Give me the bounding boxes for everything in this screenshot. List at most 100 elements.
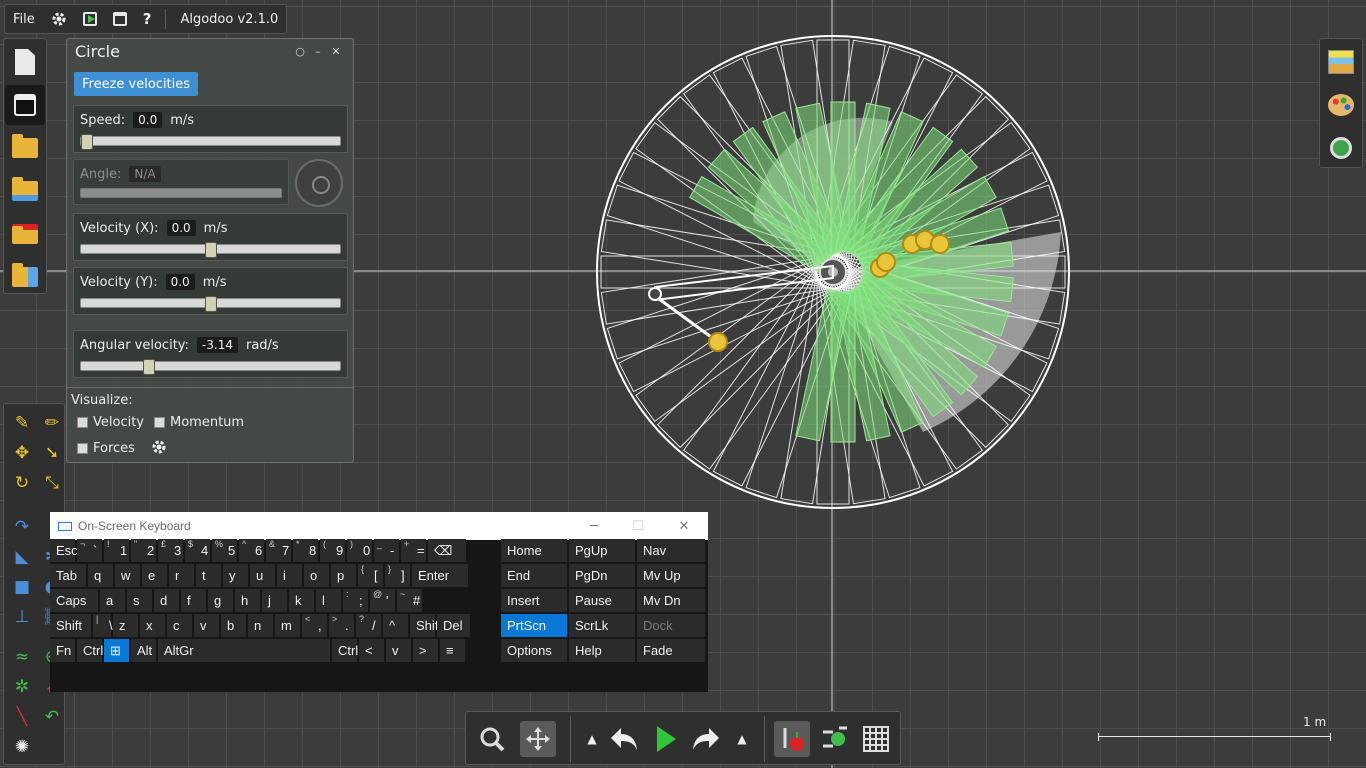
angular-velocity-value-field[interactable]: -3.14 bbox=[196, 337, 238, 353]
minimize-icon[interactable]: – bbox=[309, 45, 327, 58]
nav-key-3-2[interactable]: Dock bbox=[637, 614, 705, 637]
key-4-8[interactable]: > bbox=[413, 639, 438, 662]
velocity-y-value-field[interactable]: 0.0 bbox=[165, 274, 195, 290]
nav-key-2-1[interactable]: Pause bbox=[569, 589, 635, 612]
angle-dial[interactable] bbox=[295, 159, 343, 207]
speed-value-field[interactable]: 0.0 bbox=[133, 112, 163, 128]
nav-key-4-2[interactable]: Fade bbox=[637, 639, 705, 662]
key-3-0[interactable]: Shift bbox=[50, 614, 91, 637]
key-2-7[interactable]: j bbox=[262, 589, 287, 612]
undo-icon[interactable] bbox=[606, 721, 642, 757]
zoom-icon[interactable] bbox=[474, 721, 510, 757]
tracer-tool-icon[interactable]: ↶ bbox=[38, 704, 66, 730]
key-3-11[interactable]: ? / bbox=[356, 614, 381, 637]
velocity-checkbox[interactable]: Velocity bbox=[77, 415, 144, 430]
key-3-3[interactable]: x bbox=[140, 614, 165, 637]
spiral-tool-icon[interactable]: ✺ bbox=[8, 734, 36, 760]
key-1-4[interactable]: r bbox=[169, 564, 194, 587]
velocity-y-slider-thumb[interactable] bbox=[204, 296, 217, 312]
key-3-12[interactable]: ^ bbox=[383, 614, 408, 637]
key-4-4[interactable]: AltGr bbox=[158, 639, 330, 662]
key-2-11[interactable]: @ ' bbox=[370, 589, 395, 612]
velocity-x-value-field[interactable]: 0.0 bbox=[166, 220, 196, 236]
laser-tool-icon[interactable]: ╲ bbox=[8, 704, 36, 730]
key-2-10[interactable]: :; bbox=[343, 589, 368, 612]
key-2-4[interactable]: f bbox=[181, 589, 206, 612]
gear-icon[interactable] bbox=[43, 5, 75, 33]
open-button[interactable] bbox=[5, 128, 45, 168]
move-icon[interactable] bbox=[520, 721, 556, 757]
key-2-3[interactable]: d bbox=[154, 589, 179, 612]
key-4-1[interactable]: Ctrl bbox=[77, 639, 103, 662]
pencil-tool-icon[interactable]: ✏ bbox=[38, 410, 66, 436]
key-1-6[interactable]: y bbox=[223, 564, 248, 587]
key-3-5[interactable]: v bbox=[194, 614, 219, 637]
move-tool-icon[interactable]: ✥ bbox=[8, 440, 36, 466]
key-2-6[interactable]: h bbox=[235, 589, 260, 612]
key-0-11[interactable]: ) 0 bbox=[347, 539, 372, 562]
polygon-tool-icon[interactable]: ◣ bbox=[8, 544, 36, 570]
nav-key-3-1[interactable]: ScrLk bbox=[569, 614, 635, 637]
angular-velocity-slider-thumb[interactable] bbox=[142, 359, 155, 375]
key-1-3[interactable]: e bbox=[142, 564, 167, 587]
key-3-10[interactable]: >. bbox=[329, 614, 354, 637]
key-1-12[interactable]: }] bbox=[385, 564, 410, 587]
key-0-2[interactable]: ! 1 bbox=[104, 539, 129, 562]
window-icon[interactable] bbox=[105, 5, 135, 33]
box-tool-icon[interactable]: ■ bbox=[8, 574, 36, 600]
key-0-0[interactable]: Esc bbox=[50, 539, 78, 562]
velocity-x-slider[interactable] bbox=[80, 242, 341, 258]
key-0-13[interactable]: + = bbox=[401, 539, 426, 562]
key-1-1[interactable]: q bbox=[88, 564, 113, 587]
browse-online-button[interactable] bbox=[5, 171, 45, 211]
save-button[interactable] bbox=[5, 214, 45, 254]
speed-slider[interactable] bbox=[80, 134, 341, 150]
key-2-5[interactable]: g bbox=[208, 589, 233, 612]
nav-key-1-1[interactable]: PgDn bbox=[569, 564, 635, 587]
key-1-13[interactable]: Enter bbox=[412, 564, 468, 587]
key-3-14[interactable]: Del bbox=[437, 614, 470, 637]
key-2-12[interactable]: ~ # bbox=[397, 589, 422, 612]
keyboard-maximize-button[interactable]: ☐ bbox=[616, 512, 660, 540]
key-0-7[interactable]: ^ 6 bbox=[239, 539, 264, 562]
key-3-1[interactable]: | \ bbox=[93, 614, 113, 637]
sketch-tool-icon[interactable]: ✎ bbox=[8, 410, 36, 436]
nav-key-2-0[interactable]: Insert bbox=[501, 589, 567, 612]
key-2-2[interactable]: s bbox=[127, 589, 152, 612]
palette-button[interactable] bbox=[1321, 85, 1361, 125]
key-2-0[interactable]: Caps bbox=[50, 589, 98, 612]
key-1-11[interactable]: {[ bbox=[358, 564, 383, 587]
key-0-8[interactable]: & 7 bbox=[266, 539, 291, 562]
momentum-checkbox[interactable]: Momentum bbox=[154, 415, 244, 430]
plane-tool-icon[interactable]: ⊥ bbox=[8, 604, 36, 630]
speed-slider-thumb[interactable] bbox=[81, 134, 93, 150]
keyboard-close-button[interactable]: ✕ bbox=[662, 512, 706, 540]
spring-coil-tool-icon[interactable]: ≈ bbox=[8, 644, 36, 670]
close-icon[interactable]: ✕ bbox=[327, 45, 345, 58]
key-1-8[interactable]: i bbox=[277, 564, 302, 587]
rope-tool-icon[interactable]: ↷ bbox=[8, 514, 36, 540]
question-icon[interactable]: ? bbox=[135, 5, 160, 33]
nav-key-0-2[interactable]: Nav bbox=[637, 539, 705, 562]
nav-key-4-0[interactable]: Options bbox=[501, 639, 567, 662]
tool-panel-button[interactable] bbox=[5, 85, 45, 125]
nav-key-3-0[interactable]: PrtScn bbox=[501, 614, 567, 637]
freeze-velocities-button[interactable]: Freeze velocities bbox=[74, 72, 199, 96]
undo-menu-arrow-icon[interactable]: ▲ bbox=[574, 721, 610, 757]
nav-key-1-0[interactable]: End bbox=[501, 564, 567, 587]
new-scene-button[interactable] bbox=[5, 42, 45, 82]
axle-tool-icon[interactable]: ✲ bbox=[8, 674, 36, 700]
key-0-12[interactable]: _ - bbox=[374, 539, 399, 562]
key-3-8[interactable]: m bbox=[275, 614, 300, 637]
key-4-5[interactable]: Ctrl bbox=[332, 639, 358, 662]
key-1-10[interactable]: p bbox=[331, 564, 356, 587]
velocity-y-slider[interactable] bbox=[80, 296, 341, 312]
zoom-to-scene-button[interactable] bbox=[1321, 128, 1361, 168]
angular-velocity-slider[interactable] bbox=[80, 359, 341, 375]
rotate-tool-icon[interactable]: ↻ bbox=[8, 470, 36, 496]
key-1-0[interactable]: Tab bbox=[50, 564, 86, 587]
key-2-8[interactable]: k bbox=[289, 589, 314, 612]
key-3-4[interactable]: c bbox=[167, 614, 192, 637]
key-2-9[interactable]: l bbox=[316, 589, 341, 612]
key-4-3[interactable]: Alt bbox=[131, 639, 156, 662]
